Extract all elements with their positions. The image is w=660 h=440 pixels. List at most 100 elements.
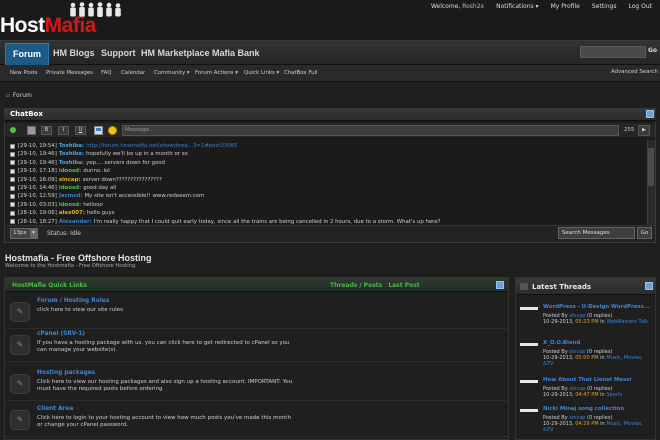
chat-message: [29-10, 19:46] Toshiba: hopefully we'll be… <box>10 150 640 158</box>
message-user[interactable]: Alexander: <box>59 218 92 224</box>
thread-title[interactable]: X_O.O.Blend <box>543 340 653 346</box>
thread-forum[interactable]: Sports <box>606 392 622 398</box>
welcome-label: Welcome, <box>430 3 461 10</box>
my-profile-link[interactable]: My Profile <box>551 3 580 10</box>
message-text: hello guys <box>86 210 115 217</box>
message-text: hopefully we'll be up in a month or so <box>86 151 188 158</box>
message-checkbox[interactable] <box>10 194 15 200</box>
message-time: [29-10, 12:59] <box>18 193 57 200</box>
quick-link-name[interactable]: Client Area <box>37 406 73 412</box>
message-user[interactable]: sincap: <box>59 176 81 184</box>
settings-link[interactable]: Settings <box>592 3 617 10</box>
collapse-icon[interactable] <box>645 282 653 290</box>
chatbox-header <box>4 108 656 121</box>
nav-search-input[interactable] <box>580 46 646 58</box>
forum-title: Hostmafia - Free Offshore Hosting <box>5 253 152 263</box>
message-user[interactable]: Jacmsd: <box>59 192 83 200</box>
image-insert-icon[interactable] <box>94 126 103 135</box>
subnav-private-messages[interactable]: Private Messages <box>46 70 93 76</box>
message-user[interactable]: idoosd: <box>59 184 81 192</box>
message-user[interactable]: Toshiba: <box>59 142 84 150</box>
in-label: in <box>600 421 605 428</box>
logout-link[interactable]: Log Out <box>628 3 652 10</box>
quick-link-name[interactable]: Hosting packages <box>37 370 95 376</box>
posted-by-label: Posted By <box>543 415 568 421</box>
message-text[interactable]: http://forum.hostmafia.net/showthrea...3… <box>86 142 238 150</box>
message-user[interactable]: idoosd: <box>59 201 81 209</box>
underline-button[interactable]: U <box>75 126 86 135</box>
status-label: Status: <box>47 230 69 237</box>
quick-links-columns: Threads / Posts Last Post <box>330 282 420 289</box>
message-checkbox[interactable] <box>10 152 15 158</box>
tab-mafia-bank[interactable]: Mafia Bank <box>205 43 267 65</box>
site-logo[interactable]: HostMafia <box>0 14 96 38</box>
subnav-forum-actions[interactable]: Forum Actions ▾ <box>195 70 238 76</box>
thread-time: 04:29 PM <box>575 421 599 428</box>
in-label: in <box>600 392 605 399</box>
quick-link-name[interactable]: Forum / Hosting Rules <box>37 298 109 304</box>
chat-message: [28-10, 18:27] Alexander: I'm really happy… <box>10 218 640 224</box>
subnav-chatbox-full[interactable]: ChatBox Full <box>284 70 318 76</box>
color-picker-icon[interactable] <box>27 126 36 135</box>
nav-search-go-button[interactable]: Go <box>648 47 657 54</box>
message-user[interactable]: idoosd: <box>59 167 81 175</box>
message-checkbox[interactable] <box>10 202 15 208</box>
username-link[interactable]: Rosh2x <box>462 3 484 10</box>
message-checkbox[interactable] <box>10 219 15 224</box>
link-icon: ✎ <box>10 335 30 355</box>
thread-replies: (0 replies) <box>587 415 613 421</box>
message-checkbox[interactable] <box>10 185 15 191</box>
thread-time: 05:23 PM <box>575 319 599 326</box>
thread-author[interactable]: sincap <box>569 349 585 355</box>
thread-title[interactable]: WordPress - U-Design WordPress... <box>543 304 653 310</box>
thread-author[interactable]: sincap <box>569 386 585 392</box>
search-messages-input[interactable]: Search Messages <box>558 227 635 239</box>
quick-link-description: Click here to login to your hosting acco… <box>37 415 291 428</box>
notifications-menu[interactable]: Notifications ▾ <box>496 3 538 10</box>
bold-button[interactable]: B <box>41 126 52 135</box>
quick-link-name[interactable]: cPanel (SRV-1) <box>37 331 85 337</box>
message-checkbox[interactable] <box>10 160 15 166</box>
thread-title[interactable]: How About That Lionel Messi <box>543 377 653 383</box>
thread-author[interactable]: sincap <box>569 415 585 421</box>
advanced-search-link[interactable]: Advanced Search <box>611 69 658 75</box>
send-button[interactable]: ▶ <box>638 125 650 136</box>
thread-title[interactable]: Nicki Minaj song collection <box>543 406 653 412</box>
message-time: [29-10, 19:46] <box>18 159 57 166</box>
quick-links-title[interactable]: HostMafia Quick Links <box>12 282 87 289</box>
quick-link-description: click here to view our site rules <box>37 307 123 313</box>
col-last-post: Last Post <box>388 282 420 289</box>
thread-forum[interactable]: WebMasters Talk <box>606 319 648 325</box>
thread-replies: (0 replies) <box>587 386 613 392</box>
message-user[interactable]: Toshiba: <box>59 150 84 158</box>
subnav-quick-links[interactable]: Quick Links ▾ <box>244 70 279 76</box>
message-text: dunno..lol <box>83 168 110 175</box>
search-messages-go-button[interactable]: Go <box>637 227 652 239</box>
font-size-select[interactable]: 13px ▾ <box>10 228 38 239</box>
tab-forum[interactable]: Forum <box>5 43 49 65</box>
subnav-community[interactable]: Community ▾ <box>154 70 190 76</box>
subnav-faq[interactable]: FAQ <box>101 70 111 76</box>
italic-button[interactable]: I <box>58 126 69 135</box>
logo-text-mafia: Mafia <box>44 14 97 37</box>
smiley-icon[interactable] <box>108 126 117 135</box>
subnav-new-posts[interactable]: New Posts <box>10 70 38 76</box>
home-icon[interactable]: ⌂ <box>6 92 10 99</box>
subnav-calendar[interactable]: Calendar <box>121 70 145 76</box>
forum-subtitle: Welcome to the Hostmafia - Free Offshore… <box>5 263 137 269</box>
message-checkbox[interactable] <box>10 168 15 174</box>
message-checkbox[interactable] <box>10 143 15 149</box>
message-checkbox[interactable] <box>10 177 15 183</box>
message-user[interactable]: Toshiba: <box>59 159 84 167</box>
thread-author[interactable]: sincap <box>569 313 585 319</box>
chat-scrollbar-thumb[interactable] <box>648 148 654 186</box>
chat-message: [29-10, 03:03] idoosd: hellooo <box>10 201 640 209</box>
thread-icon <box>520 380 538 383</box>
collapse-icon[interactable] <box>496 281 504 289</box>
message-user[interactable]: alex007: <box>59 209 85 217</box>
collapse-icon[interactable] <box>646 110 654 118</box>
chat-message-input[interactable]: Message... <box>122 125 619 136</box>
message-checkbox[interactable] <box>10 210 15 216</box>
chat-messages-list: [29-10, 19:54] Toshiba: http://forum.hostm… <box>10 142 640 224</box>
breadcrumb-forum-link[interactable]: Forum <box>13 92 32 99</box>
